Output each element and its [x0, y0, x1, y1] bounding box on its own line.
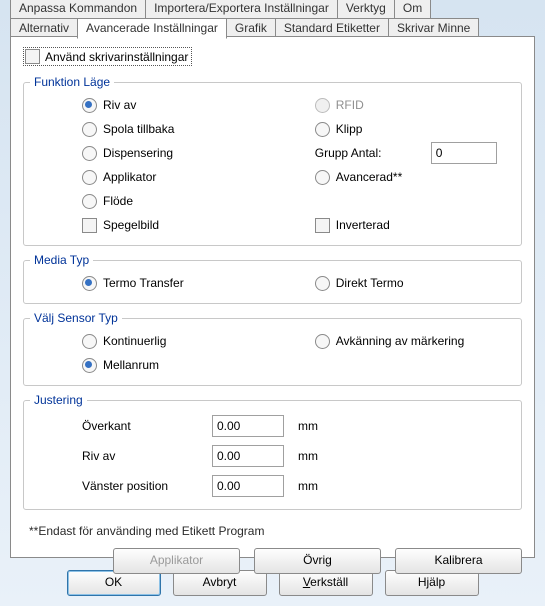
unit-riv-av: mm — [284, 449, 318, 463]
sensor-col-left: Kontinuerlig Mellanrum — [32, 329, 315, 377]
radio-dispensering[interactable] — [82, 146, 97, 161]
checkbox-spegelbild-label: Spegelbild — [103, 218, 159, 232]
checkbox-inverterad[interactable] — [315, 218, 330, 233]
funktion-cols: Riv av Spola tillbaka Dispensering Appli… — [32, 93, 513, 237]
group-media-title: Media Typ — [30, 253, 93, 267]
radio-riv-av[interactable] — [82, 98, 97, 113]
radio-rfid — [315, 98, 330, 113]
radio-mellanrum[interactable] — [82, 358, 97, 373]
group-justering-title: Justering — [30, 393, 87, 407]
radio-avancerad-label: Avancerad** — [336, 170, 403, 184]
grupp-antal-label: Grupp Antal: — [315, 146, 425, 160]
radio-dispensering-label: Dispensering — [103, 146, 173, 160]
input-vanster[interactable] — [212, 475, 284, 497]
radio-direkt-termo[interactable] — [315, 276, 330, 291]
tab-import-export[interactable]: Importera/Exportera Inställningar — [145, 0, 338, 19]
funktion-col-left: Riv av Spola tillbaka Dispensering Appli… — [32, 93, 315, 237]
group-sensor-title: Välj Sensor Typ — [30, 311, 122, 325]
tabs: Anpassa Kommandon Importera/Exportera In… — [10, 0, 535, 39]
group-sensor: Välj Sensor Typ Kontinuerlig Mellanrum A… — [23, 318, 522, 386]
sensor-col-right: Avkänning av märkering — [315, 329, 513, 377]
radio-mellanrum-label: Mellanrum — [103, 358, 159, 372]
input-riv-av[interactable] — [212, 445, 284, 467]
tab-panel-inner: Använd skrivarinställningar Funktion Läg… — [23, 45, 522, 549]
label-vanster: Vänster position — [82, 479, 212, 493]
radio-klipp[interactable] — [315, 122, 330, 137]
radio-spola[interactable] — [82, 122, 97, 137]
group-justering: Justering Överkant mm Riv av mm Vänster … — [23, 400, 522, 510]
radio-kontinuerlig-label: Kontinuerlig — [103, 334, 166, 348]
use-printer-settings-row: Använd skrivarinställningar — [23, 45, 522, 68]
group-funktion: Funktion Läge Riv av Spola tillbaka Disp… — [23, 82, 522, 246]
tab-panel: Använd skrivarinställningar Funktion Läg… — [10, 36, 535, 558]
radio-klipp-label: Klipp — [336, 122, 363, 136]
radio-riv-av-label: Riv av — [103, 98, 136, 112]
label-riv-av: Riv av — [82, 449, 212, 463]
group-media: Media Typ Termo Transfer Direkt Termo — [23, 260, 522, 304]
group-funktion-title: Funktion Läge — [30, 75, 114, 89]
button-applikator: Applikator — [113, 548, 240, 574]
radio-termo-transfer[interactable] — [82, 276, 97, 291]
note-asterisk: **Endast för använding med Etikett Progr… — [23, 510, 522, 544]
use-printer-settings-focus: Använd skrivarinställningar — [23, 47, 192, 66]
radio-avkanning-label: Avkänning av märkering — [336, 334, 465, 348]
tab-row-1: Anpassa Kommandon Importera/Exportera In… — [10, 0, 535, 19]
media-col-right: Direkt Termo — [315, 271, 513, 295]
frame-button-row: Applikator Övrig Kalibrera — [23, 544, 522, 574]
funktion-col-right: RFID Klipp Grupp Antal: Avancerad** Inve… — [315, 93, 513, 237]
grupp-antal-input[interactable] — [431, 142, 497, 164]
sensor-cols: Kontinuerlig Mellanrum Avkänning av märk… — [32, 329, 513, 377]
unit-overkant: mm — [284, 419, 318, 433]
tab-verktyg[interactable]: Verktyg — [337, 0, 395, 19]
use-printer-settings-label: Använd skrivarinställningar — [45, 50, 188, 64]
radio-direkt-termo-label: Direkt Termo — [336, 276, 404, 290]
tab-om[interactable]: Om — [394, 0, 431, 19]
radio-spola-label: Spola tillbaka — [103, 122, 174, 136]
radio-avkanning[interactable] — [315, 334, 330, 349]
unit-vanster: mm — [284, 479, 318, 493]
media-col-left: Termo Transfer — [32, 271, 315, 295]
tab-avancerade[interactable]: Avancerade Inställningar — [77, 18, 227, 39]
button-kalibrera[interactable]: Kalibrera — [395, 548, 522, 574]
checkbox-spegelbild[interactable] — [82, 218, 97, 233]
tab-anpassa[interactable]: Anpassa Kommandon — [10, 0, 146, 19]
radio-applikator[interactable] — [82, 170, 97, 185]
checkbox-inverterad-label: Inverterad — [336, 218, 390, 232]
label-overkant: Överkant — [82, 419, 212, 433]
button-ovrig[interactable]: Övrig — [254, 548, 381, 574]
radio-kontinuerlig[interactable] — [82, 334, 97, 349]
media-cols: Termo Transfer Direkt Termo — [32, 271, 513, 295]
radio-avancerad[interactable] — [315, 170, 330, 185]
radio-flode[interactable] — [82, 194, 97, 209]
grupp-antal-row: Grupp Antal: — [315, 141, 513, 165]
dialog-root: Anpassa Kommandon Importera/Exportera In… — [0, 0, 545, 606]
radio-termo-transfer-label: Termo Transfer — [103, 276, 184, 290]
use-printer-settings-checkbox[interactable] — [25, 49, 40, 64]
radio-rfid-label: RFID — [336, 98, 364, 112]
radio-applikator-label: Applikator — [103, 170, 156, 184]
input-overkant[interactable] — [212, 415, 284, 437]
radio-flode-label: Flöde — [103, 194, 133, 208]
